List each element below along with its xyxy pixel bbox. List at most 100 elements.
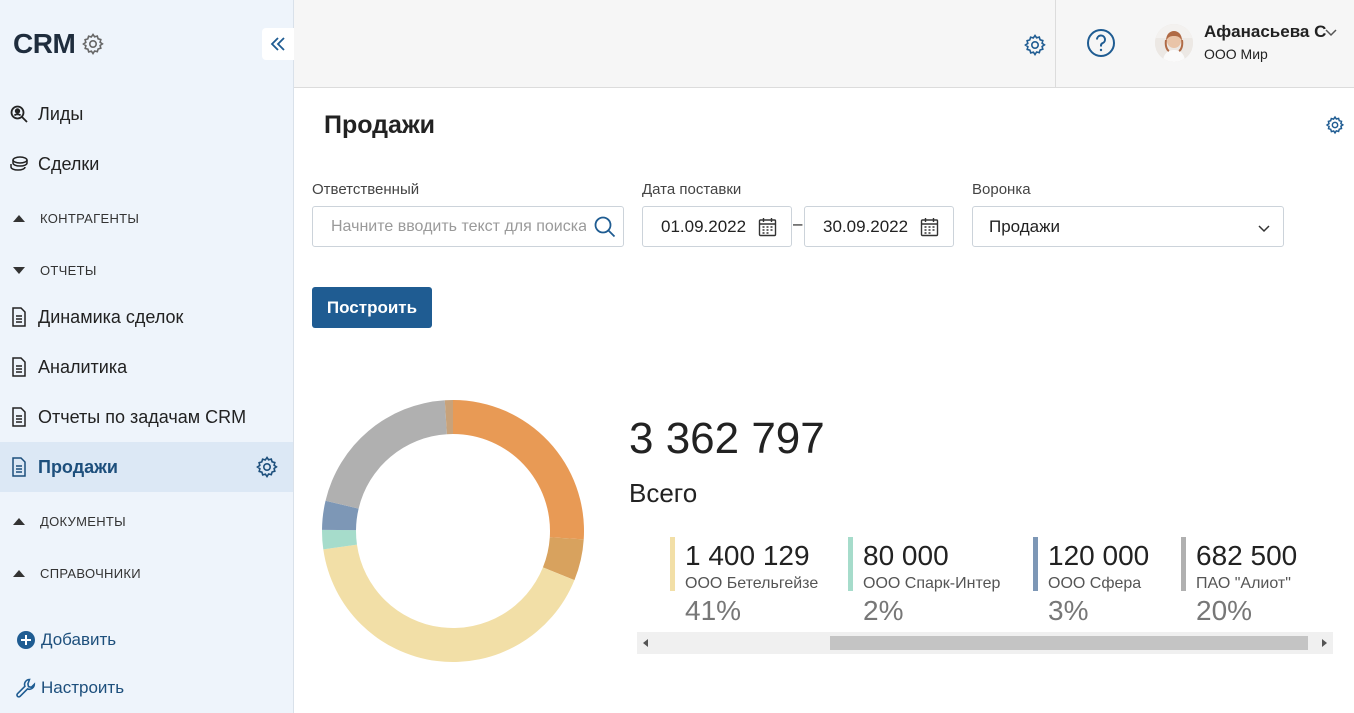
date-from-field[interactable]: 01.09.2022 bbox=[642, 206, 792, 247]
total-label: Всего bbox=[629, 478, 698, 508]
sidebar-group-reports[interactable]: ОТЧЕТЫ bbox=[0, 255, 293, 285]
document-icon bbox=[9, 357, 29, 377]
search-icon[interactable] bbox=[593, 215, 617, 239]
gear-icon[interactable] bbox=[1023, 33, 1047, 57]
legend-item-betelgeuse[interactable]: 1 400 129 ООО Бетельгейзе 41% bbox=[670, 537, 830, 625]
legend-color-bar bbox=[848, 537, 853, 591]
date-to-field[interactable]: 30.09.2022 bbox=[804, 206, 954, 247]
sidebar-item-label: Сделки bbox=[38, 153, 100, 174]
document-icon bbox=[9, 457, 29, 477]
page-title: Продажи bbox=[324, 111, 436, 139]
triangle-up-icon bbox=[13, 214, 25, 222]
wrench-icon bbox=[16, 678, 36, 698]
configure-button[interactable]: Настроить bbox=[15, 677, 124, 699]
user-org: ООО Мир bbox=[1204, 46, 1268, 62]
user-name[interactable]: Афанасьева С bbox=[1204, 22, 1326, 42]
sidebar-item-label: Продажи bbox=[38, 456, 118, 477]
triangle-up-icon bbox=[13, 569, 25, 577]
brand-title: CRM bbox=[13, 28, 76, 59]
funnel-label: Воронка bbox=[972, 181, 1031, 198]
donut-slice-0[interactable] bbox=[453, 400, 584, 540]
legend-name: ООО Сфера bbox=[1048, 575, 1142, 592]
coins-icon bbox=[9, 154, 29, 174]
plus-circle-icon bbox=[17, 631, 35, 649]
funnel-selected-value: Продажи bbox=[989, 216, 1060, 236]
gear-icon[interactable] bbox=[1325, 115, 1345, 135]
build-button[interactable]: Построить bbox=[312, 287, 432, 328]
add-label: Добавить bbox=[41, 630, 117, 649]
donut-slice-2[interactable] bbox=[323, 544, 575, 662]
sidebar: CRM Лиды Сделки КОНТРАГЕНТЫ ОТЧЕТЫ Динам… bbox=[0, 0, 294, 713]
avatar[interactable] bbox=[1155, 24, 1193, 62]
sidebar-item-crm-task-reports[interactable]: Отчеты по задачам CRM bbox=[0, 392, 293, 442]
chevron-down-icon bbox=[1258, 225, 1270, 233]
legend-percent: 3% bbox=[1048, 595, 1089, 625]
divider bbox=[1055, 0, 1056, 88]
legend-value: 1 400 129 bbox=[685, 540, 810, 571]
legend-item-sfera[interactable]: 120 000 ООО Сфера 3% bbox=[1033, 537, 1173, 625]
legend-color-bar bbox=[1033, 537, 1038, 591]
search-person-icon bbox=[9, 104, 29, 124]
legend-name: ПАО "Алиот" bbox=[1196, 575, 1291, 592]
sidebar-group-label: ДОКУМЕНТЫ bbox=[40, 513, 126, 529]
sidebar-group-label: КОНТРАГЕНТЫ bbox=[40, 210, 140, 226]
legend-name: ООО Спарк-Интер bbox=[863, 575, 1001, 592]
configure-label: Настроить bbox=[41, 678, 125, 697]
sidebar-item-leads[interactable]: Лиды bbox=[0, 89, 293, 139]
total-value: 3 362 797 bbox=[629, 414, 825, 463]
funnel-select[interactable]: Продажи bbox=[972, 206, 1284, 247]
legend-percent: 2% bbox=[863, 595, 904, 625]
donut-slice-5[interactable] bbox=[325, 400, 447, 509]
legend-percent: 20% bbox=[1196, 595, 1253, 625]
sidebar-item-sales[interactable]: Продажи bbox=[0, 442, 293, 492]
top-bar: Афанасьева С ООО Мир bbox=[294, 0, 1354, 88]
legend-name: ООО Бетельгейзе bbox=[685, 575, 819, 592]
gear-icon[interactable] bbox=[255, 455, 279, 479]
responsible-search-input[interactable] bbox=[314, 208, 586, 245]
legend-item-aliot[interactable]: 682 500 ПАО "Алиот" 20% bbox=[1181, 537, 1331, 625]
sidebar-item-label: Лиды bbox=[38, 103, 84, 124]
collapse-sidebar-button[interactable] bbox=[262, 28, 294, 60]
double-chevron-left-icon bbox=[270, 37, 285, 51]
add-button[interactable]: Добавить bbox=[15, 629, 116, 651]
sidebar-item-deal-dynamics[interactable]: Динамика сделок bbox=[0, 292, 293, 342]
legend-value: 682 500 bbox=[1196, 540, 1298, 571]
sidebar-group-directories[interactable]: СПРАВОЧНИКИ bbox=[0, 558, 293, 588]
date-to-value: 30.09.2022 bbox=[823, 216, 909, 236]
sidebar-group-label: ОТЧЕТЫ bbox=[40, 262, 97, 278]
gear-icon[interactable] bbox=[81, 32, 105, 56]
legend-value: 120 000 bbox=[1048, 540, 1150, 571]
brand: CRM bbox=[13, 28, 105, 60]
sales-donut-chart bbox=[322, 400, 584, 662]
triangle-down-icon bbox=[13, 266, 25, 274]
responsible-search-field bbox=[312, 206, 624, 247]
legend-color-bar bbox=[1181, 537, 1186, 591]
sidebar-item-label: Динамика сделок bbox=[38, 306, 184, 327]
calendar-icon[interactable] bbox=[920, 217, 939, 237]
delivery-date-label: Дата поставки bbox=[642, 181, 742, 198]
date-from-value: 01.09.2022 bbox=[661, 216, 747, 236]
sidebar-item-deals[interactable]: Сделки bbox=[0, 139, 293, 189]
chart-legend: 1 400 129 ООО Бетельгейзе 41% 80 000 ООО… bbox=[637, 530, 1333, 625]
document-icon bbox=[9, 307, 29, 327]
legend-percent: 41% bbox=[685, 595, 742, 625]
legend-color-bar bbox=[670, 537, 675, 591]
sidebar-item-label: Отчеты по задачам CRM bbox=[38, 406, 247, 427]
calendar-icon[interactable] bbox=[758, 217, 777, 237]
sidebar-item-label: Аналитика bbox=[38, 356, 128, 377]
sidebar-group-contractors[interactable]: КОНТРАГЕНТЫ bbox=[0, 203, 293, 233]
arrow-left-icon[interactable] bbox=[643, 639, 648, 647]
date-range-separator: – bbox=[793, 214, 803, 233]
sidebar-group-label: СПРАВОЧНИКИ bbox=[40, 565, 141, 581]
legend-value: 80 000 bbox=[863, 540, 949, 571]
legend-item-spark-inter[interactable]: 80 000 ООО Спарк-Интер 2% bbox=[848, 537, 1018, 625]
scrollbar-thumb[interactable] bbox=[830, 636, 1308, 650]
responsible-label: Ответственный bbox=[312, 181, 420, 198]
chevron-down-icon[interactable] bbox=[1324, 25, 1338, 39]
sidebar-group-documents[interactable]: ДОКУМЕНТЫ bbox=[0, 506, 293, 536]
legend-scrollbar[interactable] bbox=[637, 632, 1333, 654]
help-icon[interactable] bbox=[1085, 27, 1117, 59]
arrow-right-icon[interactable] bbox=[1322, 639, 1327, 647]
sidebar-item-analytics[interactable]: Аналитика bbox=[0, 342, 293, 392]
document-icon bbox=[9, 407, 29, 427]
